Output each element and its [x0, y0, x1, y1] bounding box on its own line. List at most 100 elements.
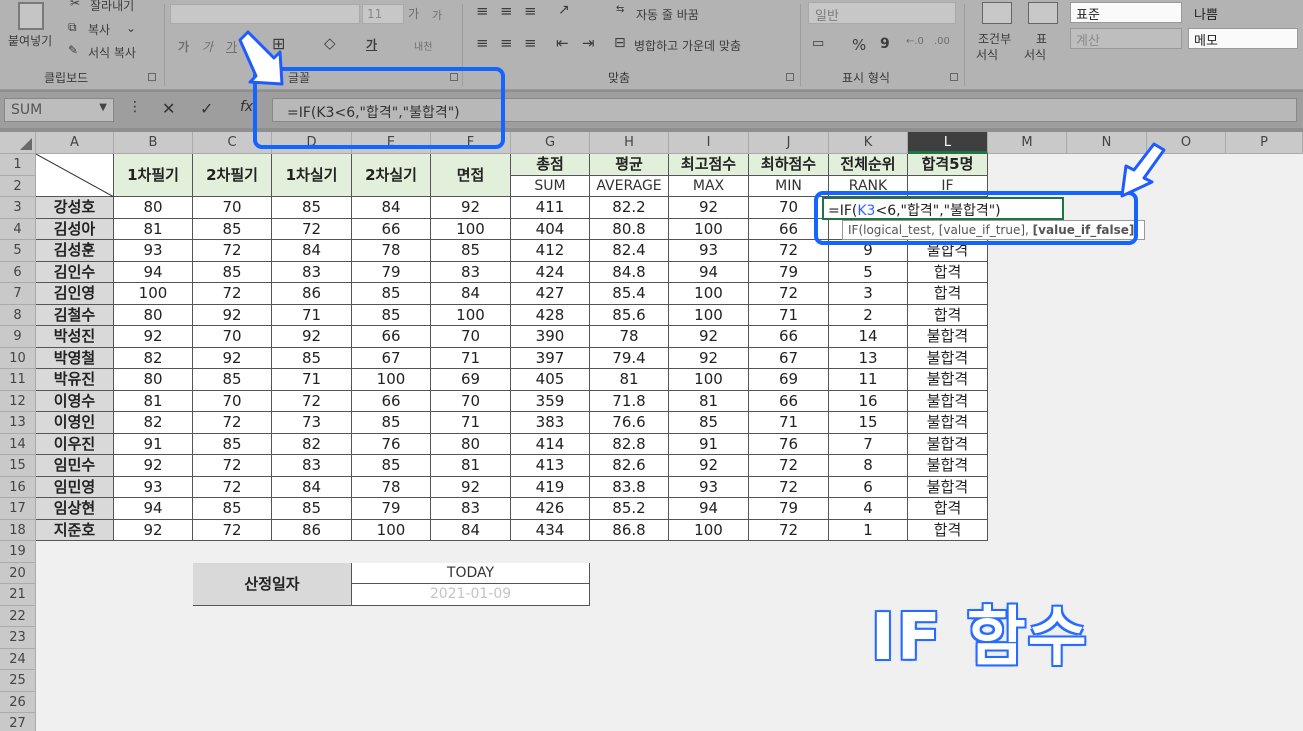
data-cell[interactable]: 70 [193, 197, 272, 219]
today-function-cell[interactable]: TODAY [352, 562, 590, 584]
percent-button[interactable]: % [852, 36, 866, 54]
style-calculation[interactable]: 계산 [1070, 28, 1182, 49]
style-bad[interactable]: 나쁨 [1188, 2, 1298, 23]
name-cell[interactable]: 이영수 [36, 390, 114, 412]
merge-center-icon[interactable]: ⊟ [614, 35, 626, 51]
row-header-8[interactable]: 8 [0, 304, 36, 326]
data-cell[interactable]: 78 [352, 476, 431, 498]
row-header-24[interactable]: 24 [0, 648, 36, 670]
wrap-text-button[interactable]: 자동 줄 바꿈 [636, 6, 699, 23]
data-cell[interactable]: 72 [749, 283, 829, 305]
data-cell[interactable]: 85 [352, 455, 431, 477]
accounting-format-icon[interactable]: ▭ [812, 36, 824, 51]
data-cell[interactable]: 92 [114, 519, 193, 541]
data-cell[interactable]: 72 [749, 455, 829, 477]
align-right-icon[interactable]: ≡ [524, 34, 537, 52]
enter-icon[interactable]: ✓ [200, 99, 213, 118]
name-cell[interactable]: 김인수 [36, 261, 114, 283]
data-cell[interactable]: 4 [829, 498, 908, 520]
conditional-format-icon[interactable] [982, 2, 1012, 24]
data-cell[interactable]: 427 [511, 283, 590, 305]
data-cell[interactable]: 72 [193, 240, 272, 262]
font-color-button[interactable]: 가 [366, 36, 377, 53]
data-cell[interactable]: 100 [669, 218, 749, 240]
data-cell[interactable]: 413 [511, 455, 590, 477]
data-cell[interactable]: 82.2 [590, 197, 669, 219]
data-cell[interactable]: 84 [352, 197, 431, 219]
data-cell[interactable]: 426 [511, 498, 590, 520]
data-cell[interactable]: 405 [511, 369, 590, 391]
data-cell[interactable]: 404 [511, 218, 590, 240]
column-header-G[interactable]: G [511, 132, 590, 154]
data-cell[interactable]: 82 [114, 412, 193, 434]
data-cell[interactable]: 불합격 [908, 347, 988, 369]
data-cell[interactable]: 85.6 [590, 304, 669, 326]
data-cell[interactable]: 81 [114, 218, 193, 240]
name-cell[interactable]: 김철수 [36, 304, 114, 326]
data-cell[interactable]: 82 [114, 347, 193, 369]
data-cell[interactable]: 100 [431, 218, 511, 240]
data-cell[interactable]: 79 [749, 261, 829, 283]
conditional-format-button-line2[interactable]: 서식 [976, 46, 998, 63]
data-cell[interactable]: 419 [511, 476, 590, 498]
data-cell[interactable]: 94 [114, 498, 193, 520]
data-cell[interactable]: 92 [669, 197, 749, 219]
data-cell[interactable]: 72 [193, 283, 272, 305]
data-cell[interactable]: 92 [431, 476, 511, 498]
data-cell[interactable]: 76 [352, 433, 431, 455]
data-cell[interactable]: 100 [669, 369, 749, 391]
data-cell[interactable]: 76 [749, 433, 829, 455]
data-cell[interactable]: 불합격 [908, 455, 988, 477]
number-format-select[interactable]: 일반 [808, 2, 956, 24]
name-cell[interactable]: 김성훈 [36, 240, 114, 262]
header-cell[interactable]: 1차실기 [272, 154, 352, 197]
data-cell[interactable]: 80 [114, 369, 193, 391]
data-cell[interactable]: 414 [511, 433, 590, 455]
data-cell[interactable]: 85.2 [590, 498, 669, 520]
column-header-L[interactable]: L [908, 132, 988, 154]
data-cell[interactable]: 71 [431, 412, 511, 434]
data-cell[interactable]: 100 [352, 369, 431, 391]
data-cell[interactable]: 79 [749, 498, 829, 520]
name-cell[interactable]: 김인영 [36, 283, 114, 305]
data-cell[interactable]: 71 [272, 369, 352, 391]
data-cell[interactable]: 86 [272, 283, 352, 305]
align-bottom-icon[interactable]: ≡ [524, 2, 537, 20]
alignment-launcher-icon[interactable] [786, 73, 794, 81]
name-cell[interactable]: 이영인 [36, 412, 114, 434]
phonetic-button[interactable]: 내천 [414, 38, 432, 53]
data-cell[interactable]: 86 [272, 519, 352, 541]
name-box-dropdown-icon[interactable]: ▼ [99, 102, 107, 113]
data-cell[interactable]: 79 [352, 498, 431, 520]
data-cell[interactable]: 72 [193, 476, 272, 498]
data-cell[interactable]: 80 [431, 433, 511, 455]
row-header-16[interactable]: 16 [0, 476, 36, 498]
data-cell[interactable]: 85 [352, 283, 431, 305]
indent-increase-icon[interactable]: ⇥ [582, 34, 595, 52]
font-size-select[interactable]: 11 [362, 4, 404, 24]
data-cell[interactable]: 85 [431, 240, 511, 262]
align-left-icon[interactable]: ≡ [476, 34, 489, 52]
data-cell[interactable]: 83 [431, 498, 511, 520]
indent-decrease-icon[interactable]: ⇤ [556, 34, 569, 52]
data-cell[interactable]: 80 [114, 304, 193, 326]
data-cell[interactable]: 6 [829, 476, 908, 498]
decrease-decimal-icon[interactable]: .00 [934, 36, 950, 47]
data-cell[interactable]: 71 [749, 304, 829, 326]
data-cell[interactable]: 82.8 [590, 433, 669, 455]
row-header-6[interactable]: 6 [0, 261, 36, 283]
data-cell[interactable]: 합격 [908, 304, 988, 326]
format-table-button-line2[interactable]: 서식 [1024, 46, 1046, 63]
data-cell[interactable]: 92 [193, 347, 272, 369]
row-header-11[interactable]: 11 [0, 369, 36, 391]
data-cell[interactable]: 84 [272, 240, 352, 262]
data-cell[interactable]: 2 [829, 304, 908, 326]
data-cell[interactable]: 73 [272, 412, 352, 434]
align-top-icon[interactable]: ≡ [476, 2, 489, 20]
format-table-button[interactable]: 표 [1036, 30, 1047, 47]
style-normal[interactable]: 표준 [1070, 2, 1182, 23]
data-cell[interactable]: 81 [590, 369, 669, 391]
data-cell[interactable]: 82 [272, 433, 352, 455]
data-cell[interactable]: 92 [272, 326, 352, 348]
align-middle-icon[interactable]: ≡ [500, 2, 513, 20]
